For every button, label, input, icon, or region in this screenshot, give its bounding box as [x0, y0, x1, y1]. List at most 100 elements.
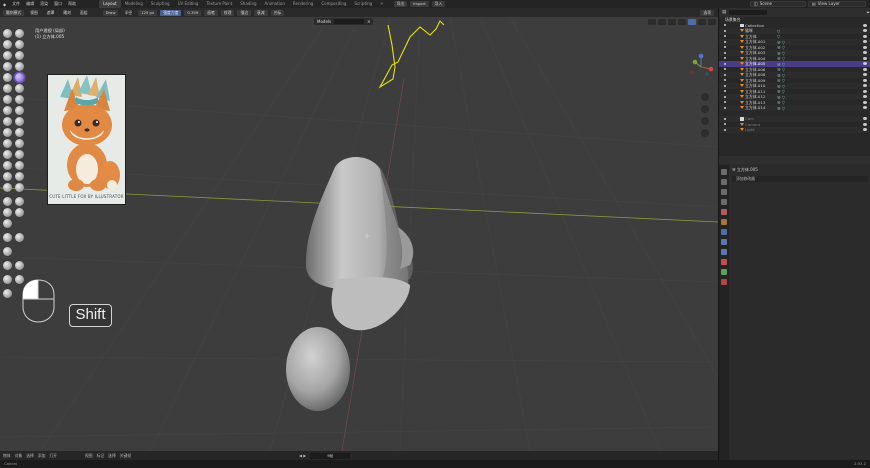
eye-icon[interactable] [863, 51, 867, 55]
pose-brush-icon[interactable] [15, 117, 24, 126]
multires-displacement-icon[interactable] [3, 172, 12, 181]
tab-compositing[interactable]: Compositing [317, 0, 350, 8]
draw-face-sets-icon[interactable] [15, 161, 24, 170]
rotate-brush-icon[interactable] [15, 128, 24, 137]
particles-tab-icon[interactable] [721, 239, 727, 245]
stroke-menu[interactable]: 描边 [237, 9, 252, 16]
pinch-brush-icon[interactable] [3, 95, 12, 104]
play-controls-icon[interactable]: ◀ ▶ [299, 453, 306, 458]
eye-icon[interactable] [863, 128, 867, 132]
timeline-menu-add[interactable]: 添加 [38, 453, 46, 459]
checkbox-icon[interactable] [724, 95, 726, 98]
checkbox-icon[interactable] [724, 68, 726, 71]
timeline-menu-select-2[interactable]: 选择 [108, 453, 116, 459]
eye-icon[interactable] [863, 84, 867, 88]
zoom-icon[interactable] [701, 93, 709, 101]
checkbox-icon[interactable] [724, 51, 726, 54]
draw-sharp-brush-icon[interactable] [15, 29, 24, 38]
checkbox-icon[interactable] [724, 84, 726, 87]
timeline-menu-item[interactable]: 对象 [15, 453, 23, 459]
view-object-types-icon[interactable] [648, 19, 656, 25]
radius-field[interactable]: 125 px [138, 9, 158, 16]
eye-icon[interactable] [863, 67, 867, 71]
models-menu[interactable]: Models ✕ [314, 18, 374, 25]
checkbox-icon[interactable] [724, 79, 726, 82]
tab-uv-editing[interactable]: UV Editing [174, 0, 203, 8]
reference-image[interactable]: CUTE LITTLE FOX BY ILLUSTRATOR [47, 74, 126, 205]
clay-strips-brush-icon[interactable] [15, 40, 24, 49]
box-trim-icon[interactable] [3, 208, 12, 217]
draw-brush-icon[interactable] [3, 29, 12, 38]
smear-brush-icon[interactable] [3, 183, 12, 192]
edit-face-set-icon[interactable] [3, 247, 12, 256]
elastic-brush-icon[interactable] [3, 106, 12, 115]
export-button[interactable]: 导出 [393, 1, 408, 7]
frame-field[interactable]: 9帧 [310, 452, 351, 459]
checkbox-icon[interactable] [724, 73, 726, 76]
eye-icon[interactable] [863, 73, 867, 77]
fill-brush-icon[interactable] [3, 84, 12, 93]
modifier-tab-icon[interactable] [721, 229, 727, 235]
flatten-brush-icon[interactable] [15, 73, 24, 82]
solid-shading-icon[interactable] [688, 19, 696, 25]
checkbox-icon[interactable] [724, 40, 726, 43]
eye-icon[interactable] [863, 117, 867, 121]
inflate-brush-icon[interactable] [15, 51, 24, 60]
scrape-brush-icon[interactable] [15, 84, 24, 93]
options-menu[interactable]: 选项 [700, 9, 714, 16]
brush-selector[interactable]: Draw [102, 9, 119, 16]
thumb-brush-icon[interactable] [3, 117, 12, 126]
xray-toggle-icon[interactable] [678, 19, 686, 25]
material-shading-icon[interactable] [698, 19, 706, 25]
checkbox-icon[interactable] [724, 62, 726, 65]
material-tab-icon[interactable] [721, 279, 727, 285]
overlay-toggle-icon[interactable] [668, 19, 676, 25]
crease-brush-icon[interactable] [15, 62, 24, 71]
paint-brush-icon[interactable] [15, 172, 24, 181]
tab-animation[interactable]: Animation [261, 0, 289, 8]
scene-selector[interactable]: ◫ Scene [750, 1, 806, 7]
tab-scripting[interactable]: Scripting [350, 0, 376, 8]
nudge-brush-icon[interactable] [3, 128, 12, 137]
move-tool-icon[interactable] [15, 261, 24, 270]
import-button[interactable]: Import [410, 1, 429, 7]
mask-by-color-icon[interactable] [3, 261, 12, 270]
eye-icon[interactable] [863, 62, 867, 66]
timeline-menu-view[interactable]: 视图 [85, 453, 93, 459]
checkbox-icon[interactable] [724, 123, 726, 126]
timeline-menu-object[interactable]: 物体 [3, 453, 11, 459]
tab-rendering[interactable]: Rendering [289, 0, 317, 8]
eye-icon[interactable] [863, 95, 867, 99]
checkbox-icon[interactable] [724, 35, 726, 38]
eye-icon[interactable] [863, 56, 867, 60]
view-layer-selector[interactable]: ▤ View Layer [808, 1, 866, 7]
checkbox-icon[interactable] [724, 57, 726, 60]
eye-icon[interactable] [863, 106, 867, 110]
tab-modeling[interactable]: Modeling [121, 0, 147, 8]
mask-brush-icon[interactable] [3, 161, 12, 170]
smooth-brush-icon[interactable] [3, 73, 12, 82]
annotate-tool-icon[interactable] [3, 289, 12, 298]
eye-icon[interactable] [863, 122, 867, 126]
texture-menu[interactable]: 纹理 [220, 9, 235, 16]
view-layer-tab-icon[interactable] [721, 199, 727, 205]
display-mode-icon[interactable]: ▤ [722, 10, 726, 15]
mode-dropdown[interactable]: 雕刻模式 [3, 9, 25, 16]
navigation-gizmo[interactable] [687, 53, 715, 81]
menu-window[interactable]: 窗口 [51, 1, 65, 7]
menu-view[interactable]: 视图 [27, 10, 41, 16]
output-tab-icon[interactable] [721, 189, 727, 195]
gizmo-toggle-icon[interactable] [658, 19, 666, 25]
filter-icon[interactable]: ⏷ [866, 10, 870, 16]
checkbox-icon[interactable] [724, 24, 726, 27]
layer-brush-icon[interactable] [3, 51, 12, 60]
timeline-menu-keyframe[interactable]: 关键帧 [120, 453, 131, 459]
snake-hook-brush-icon[interactable] [15, 106, 24, 115]
strength-field[interactable]: 0.359 [184, 9, 202, 16]
box-mask-icon[interactable] [15, 183, 24, 192]
slide-relax-brush-icon[interactable] [3, 139, 12, 148]
tab-shading[interactable]: Shading [236, 0, 260, 8]
outliner-row[interactable]: Light [719, 127, 870, 133]
simplify-brush-icon[interactable] [15, 150, 24, 159]
checkbox-icon[interactable] [724, 117, 726, 120]
